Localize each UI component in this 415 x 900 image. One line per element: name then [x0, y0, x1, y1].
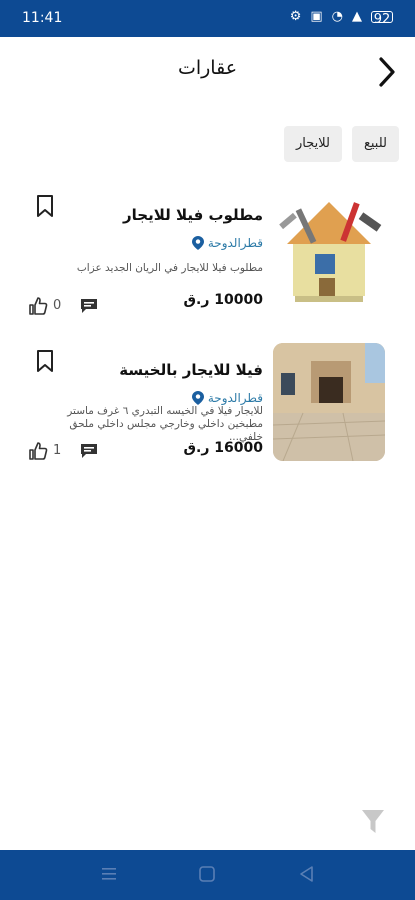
listing-description: مطلوب فيلا للايجار في الريان الجديد عزاب [76, 262, 263, 274]
tab-for-sale[interactable]: للبيع [351, 126, 399, 162]
signal-icon: ▲ [352, 9, 362, 24]
comment-icon[interactable] [80, 298, 98, 314]
back-triangle-icon[interactable] [298, 865, 316, 883]
listing-price: 16000 ر.ق [183, 440, 264, 456]
listing-title: فيلا للايجار بالخيسة [119, 361, 263, 379]
wifi-icon: ◔ [331, 9, 343, 24]
listing-price: 10000 ر.ق [183, 292, 264, 308]
listing-card[interactable]: فيلا للايجار بالخيسة قطرالدوحة للايجار ف… [0, 343, 415, 473]
back-chevron-icon[interactable] [373, 55, 401, 89]
data-icon: ▣ [310, 9, 323, 24]
filter-tabs: للبيع للايجار [284, 126, 399, 162]
location-pin-icon [191, 236, 204, 250]
home-icon[interactable] [198, 865, 216, 883]
listing-image-tools-house [273, 188, 385, 306]
comment-icon[interactable] [80, 443, 98, 459]
like-icon[interactable] [28, 441, 48, 461]
page-title: عقارات [177, 57, 238, 79]
filter-icon[interactable] [361, 808, 385, 836]
listing-description: للايجار فيلا في الخيسه التبدري ٦ غرف ماس… [67, 405, 263, 443]
vpn-icon: ⚙ [289, 9, 302, 24]
location-pin-icon [191, 391, 204, 405]
listing-card[interactable]: مطلوب فيلا للايجار قطرالدوحة مطلوب فيلا … [0, 188, 415, 318]
app-header: عقارات [0, 37, 415, 107]
location-label: قطرالدوحة [207, 236, 263, 250]
status-time: 11:41 [22, 10, 63, 26]
listing-title: مطلوب فيلا للايجار [122, 206, 263, 224]
menu-icon[interactable] [100, 865, 118, 883]
system-nav-bar [0, 850, 415, 900]
like-count: 1 [53, 443, 62, 458]
bookmark-icon[interactable] [35, 349, 55, 373]
tab-for-rent[interactable]: للايجار [284, 126, 342, 162]
status-bar: 11:41 ⚙ ▣ ◔ ▲ 92 [0, 0, 415, 37]
listing-location: قطرالدوحة [191, 236, 263, 250]
listing-location: قطرالدوحة [191, 391, 263, 405]
bookmark-icon[interactable] [35, 194, 55, 218]
battery-icon: 92 [371, 11, 393, 27]
like-count: 0 [53, 298, 62, 313]
status-icons: ⚙ ▣ ◔ ▲ 92 [289, 9, 393, 27]
like-icon[interactable] [28, 296, 48, 316]
location-label: قطرالدوحة [207, 391, 263, 405]
listing-image-villa-photo [273, 343, 385, 461]
